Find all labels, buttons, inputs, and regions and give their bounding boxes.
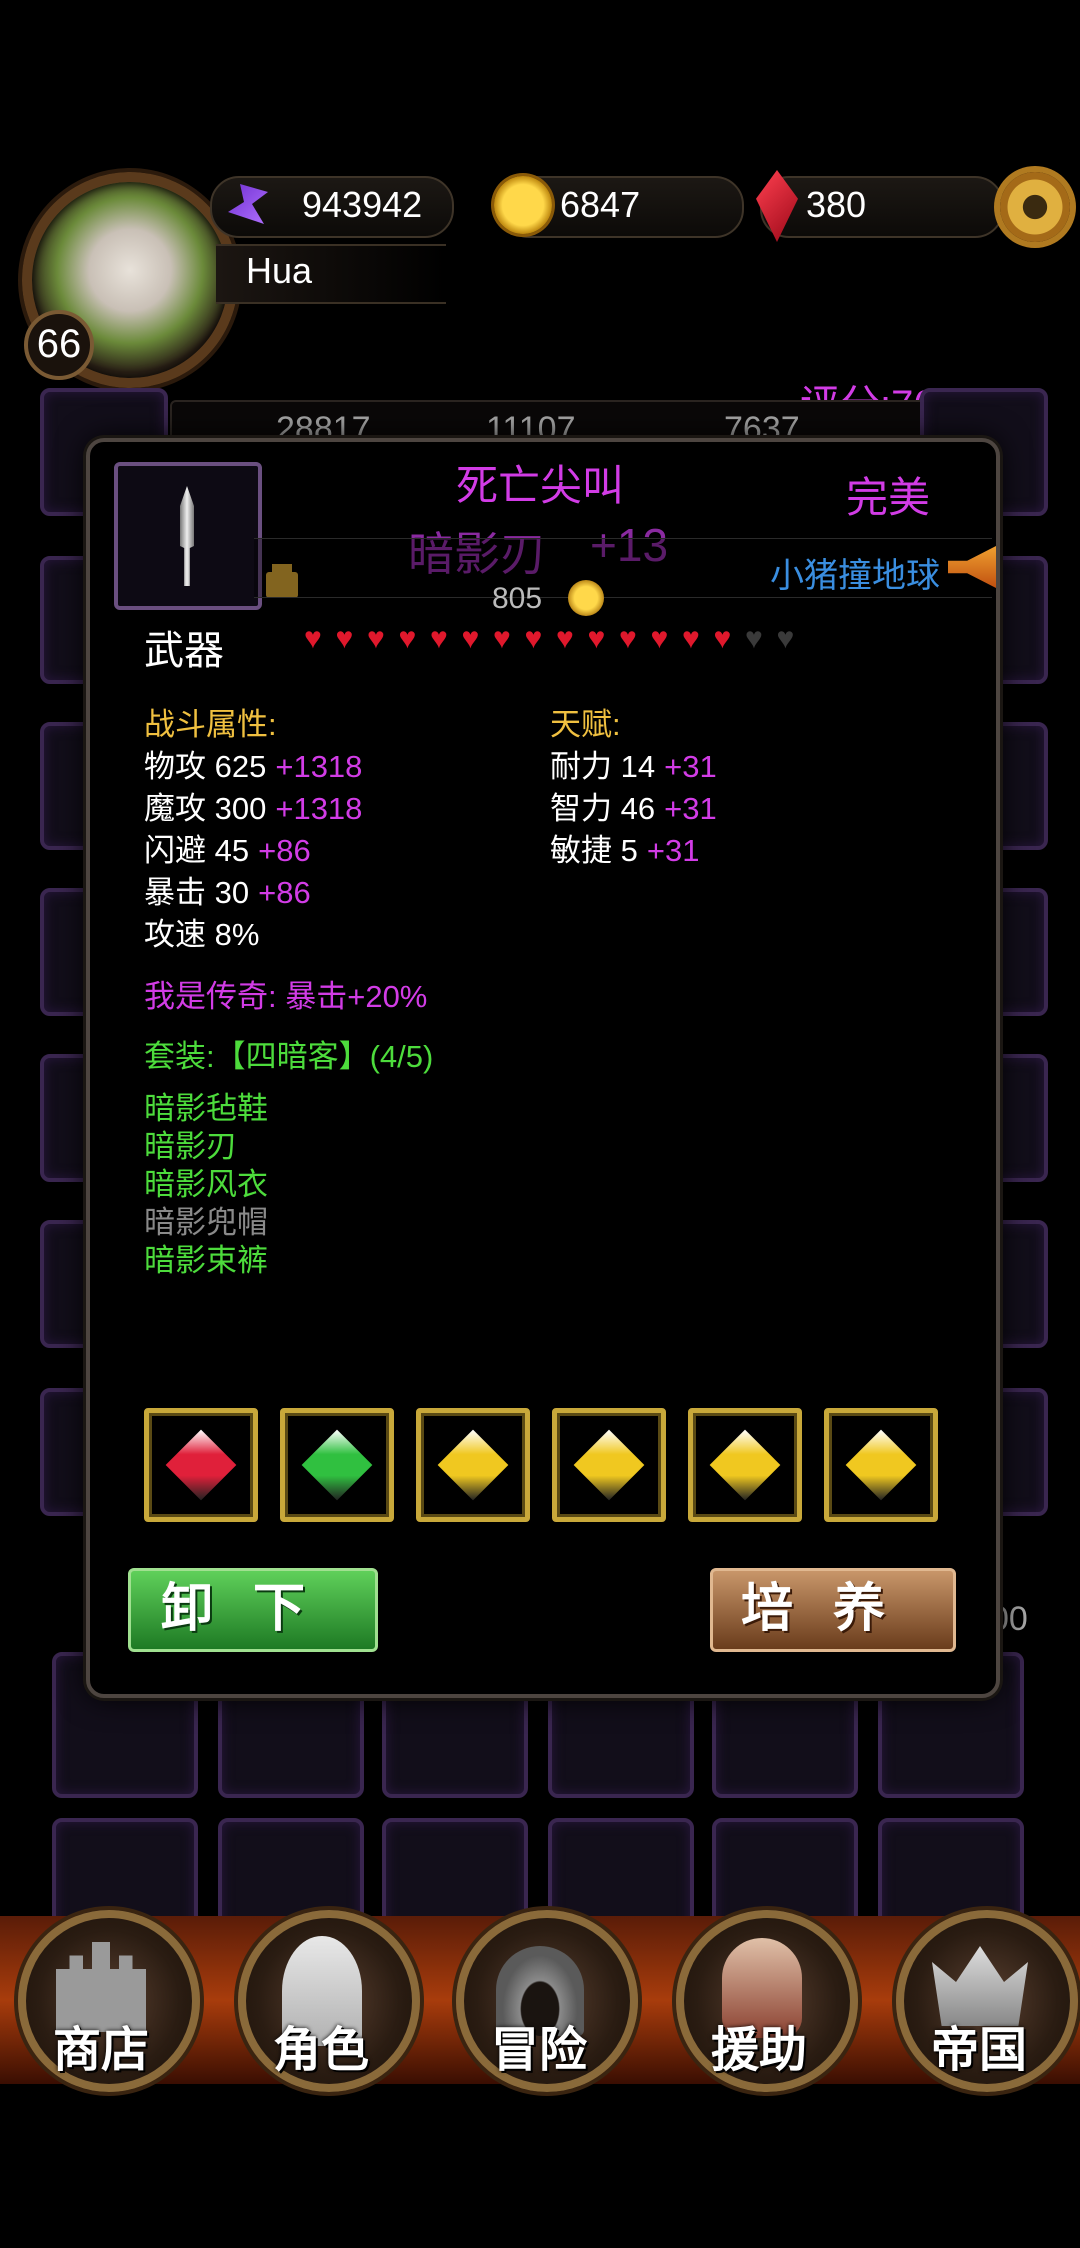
heart-filled-icon: ♥ xyxy=(461,622,480,655)
heart-filled-icon: ♥ xyxy=(713,622,732,655)
stat-bonus: +86 xyxy=(258,833,311,868)
set-piece: 暗影毡鞋 xyxy=(144,1091,268,1126)
set-piece: 暗影刃 xyxy=(144,1129,237,1164)
stat-label: 物攻 625 xyxy=(144,749,267,784)
set-title: 套装:【四暗客】(4/5) xyxy=(144,1039,434,1074)
gem-socket[interactable] xyxy=(280,1408,394,1522)
gem-bar xyxy=(760,176,1004,238)
stat-row: 敏捷 5 +31 xyxy=(550,830,699,872)
heart-empty-icon: ♥ xyxy=(745,622,763,655)
red-ruby-icon xyxy=(165,1429,237,1501)
heart-filled-icon: ♥ xyxy=(524,622,543,655)
price-coin-icon xyxy=(568,580,604,616)
heart-filled-icon: ♥ xyxy=(682,622,700,655)
heart-filled-icon: ♥ xyxy=(650,622,669,655)
stat-label: 智力 46 xyxy=(550,791,656,826)
stat-bonus: +86 xyxy=(258,875,311,910)
item-quality: 完美 xyxy=(846,474,931,521)
stat-label: 暴击 30 xyxy=(144,875,250,910)
stat-bonus: +1318 xyxy=(275,749,363,784)
item-icon-frame xyxy=(114,462,262,610)
yellow-topaz-icon xyxy=(437,1429,509,1501)
player-name: Hua xyxy=(246,250,313,291)
upgrade-button[interactable]: 培养 xyxy=(710,1568,956,1652)
player-level-badge: 66 xyxy=(24,310,94,380)
unequip-button[interactable]: 卸下 xyxy=(128,1568,378,1652)
gem-count: 380 xyxy=(806,184,867,225)
heart-filled-icon: ♥ xyxy=(587,622,606,655)
heart-filled-icon: ♥ xyxy=(335,622,354,655)
stat-bonus: +31 xyxy=(664,749,717,784)
coin-count: 6847 xyxy=(560,184,641,225)
set-piece: 暗影束裤 xyxy=(144,1243,268,1278)
stat-row: 攻速 8% xyxy=(144,914,259,956)
set-piece: 暗影兜帽 xyxy=(144,1205,268,1240)
broadcast-text: 小猪撞地球 xyxy=(770,557,940,595)
nav-aid-label: 援助 xyxy=(710,2024,807,2077)
nav-shop-label: 商店 xyxy=(52,2024,149,2077)
dagger-icon xyxy=(180,486,194,586)
legend-affix: 我是传奇: 暴击+20% xyxy=(144,979,428,1014)
stat-bonus: +31 xyxy=(646,833,700,868)
crystal-count: 943942 xyxy=(302,184,423,225)
stat-bonus: +31 xyxy=(664,791,717,826)
coin-icon xyxy=(494,176,552,234)
star-rating: ♥ ♥ ♥ ♥ ♥ ♥ ♥ ♥ ♥ ♥ ♥ ♥ ♥ ♥ ♥ ♥ xyxy=(304,622,794,662)
stat-row: 物攻 625 +1318 xyxy=(144,746,362,788)
nav-character-label: 角色 xyxy=(272,2024,369,2077)
gem-socket[interactable] xyxy=(416,1408,530,1522)
stat-label: 闪避 45 xyxy=(144,833,250,868)
heart-filled-icon: ♥ xyxy=(367,622,385,655)
stat-row: 暴击 30 +86 xyxy=(144,872,311,914)
set-piece: 暗影风衣 xyxy=(144,1167,268,1202)
item-type: 武器 xyxy=(144,629,224,673)
heart-filled-icon: ♥ xyxy=(430,622,448,655)
yellow-topaz-icon xyxy=(573,1429,645,1501)
stat-row: 魔攻 300 +1318 xyxy=(144,788,362,830)
gem-socket[interactable] xyxy=(824,1408,938,1522)
item-price: 805 xyxy=(492,582,543,615)
heart-filled-icon: ♥ xyxy=(304,622,322,655)
stat-row: 耐力 14 +31 xyxy=(550,746,717,788)
gem-socket[interactable] xyxy=(552,1408,666,1522)
stat-row: 智力 46 +31 xyxy=(550,788,717,830)
yellow-topaz-icon xyxy=(845,1429,917,1501)
talent-title: 天赋: xyxy=(550,707,621,742)
heart-filled-icon: ♥ xyxy=(619,622,637,655)
gem-socket[interactable] xyxy=(144,1408,258,1522)
yellow-topaz-icon xyxy=(709,1429,781,1501)
heart-empty-icon: ♥ xyxy=(776,622,795,655)
stat-label: 敏捷 5 xyxy=(550,833,638,868)
gem-socket[interactable] xyxy=(688,1408,802,1522)
nav-adventure-label: 冒险 xyxy=(490,2024,587,2077)
nav-empire-label: 帝国 xyxy=(930,2024,1027,2077)
heart-filled-icon: ♥ xyxy=(398,622,417,655)
stat-bonus: +1318 xyxy=(275,791,363,826)
stat-label: 攻速 8% xyxy=(144,917,260,952)
stat-row: 闪避 45 +86 xyxy=(144,830,311,872)
stat-label: 魔攻 300 xyxy=(144,791,267,826)
stat-label: 耐力 14 xyxy=(550,749,656,784)
combat-title: 战斗属性: xyxy=(144,707,277,742)
heart-filled-icon: ♥ xyxy=(493,622,511,655)
heart-filled-icon: ♥ xyxy=(556,622,574,655)
green-emerald-icon xyxy=(301,1429,373,1501)
settings-gear-icon[interactable] xyxy=(1000,172,1070,242)
item-name-title: 死亡尖叫 xyxy=(456,462,625,509)
